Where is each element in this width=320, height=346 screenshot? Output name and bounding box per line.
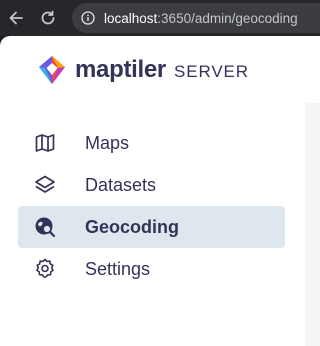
- sidebar-item-label: Maps: [85, 132, 130, 153]
- brand-wordmark: maptiler: [75, 56, 166, 83]
- gear-icon: [36, 258, 54, 278]
- map-icon: [35, 134, 55, 152]
- sidebar-item-label: Settings: [85, 258, 151, 279]
- url-host: localhost: [104, 10, 158, 26]
- main-content-area: [305, 103, 320, 346]
- url-path: :3650/admin/geocoding: [157, 10, 298, 26]
- site-info-icon[interactable]: [81, 11, 95, 25]
- reload-button[interactable]: [36, 6, 60, 30]
- brand-product-name: SERVER: [173, 61, 249, 81]
- browser-toolbar: localhost:3650/admin/geocoding: [0, 0, 320, 36]
- maptiler-logo-icon: [39, 56, 65, 84]
- sidebar-item-geocoding[interactable]: Geocoding: [18, 206, 285, 248]
- page: maptiler SERVER Maps Datasets Geocoding …: [0, 36, 320, 346]
- globe-search-icon: [35, 217, 56, 238]
- sidebar-item-settings[interactable]: Settings: [18, 248, 285, 290]
- sidebar-item-label: Geocoding: [85, 216, 179, 237]
- layers-icon: [35, 175, 55, 193]
- address-bar[interactable]: localhost:3650/admin/geocoding: [72, 3, 320, 33]
- url-text: localhost:3650/admin/geocoding: [104, 11, 298, 26]
- sidebar-menu: Maps Datasets Geocoding Settings: [18, 122, 285, 290]
- back-button[interactable]: [4, 6, 28, 30]
- sidebar-item-datasets[interactable]: Datasets: [18, 164, 285, 206]
- back-arrow-icon: [9, 11, 23, 25]
- brand-logo[interactable]: maptiler SERVER: [36, 54, 249, 86]
- sidebar-item-maps[interactable]: Maps: [18, 122, 285, 164]
- reload-icon: [41, 10, 55, 25]
- sidebar-item-label: Datasets: [85, 174, 157, 195]
